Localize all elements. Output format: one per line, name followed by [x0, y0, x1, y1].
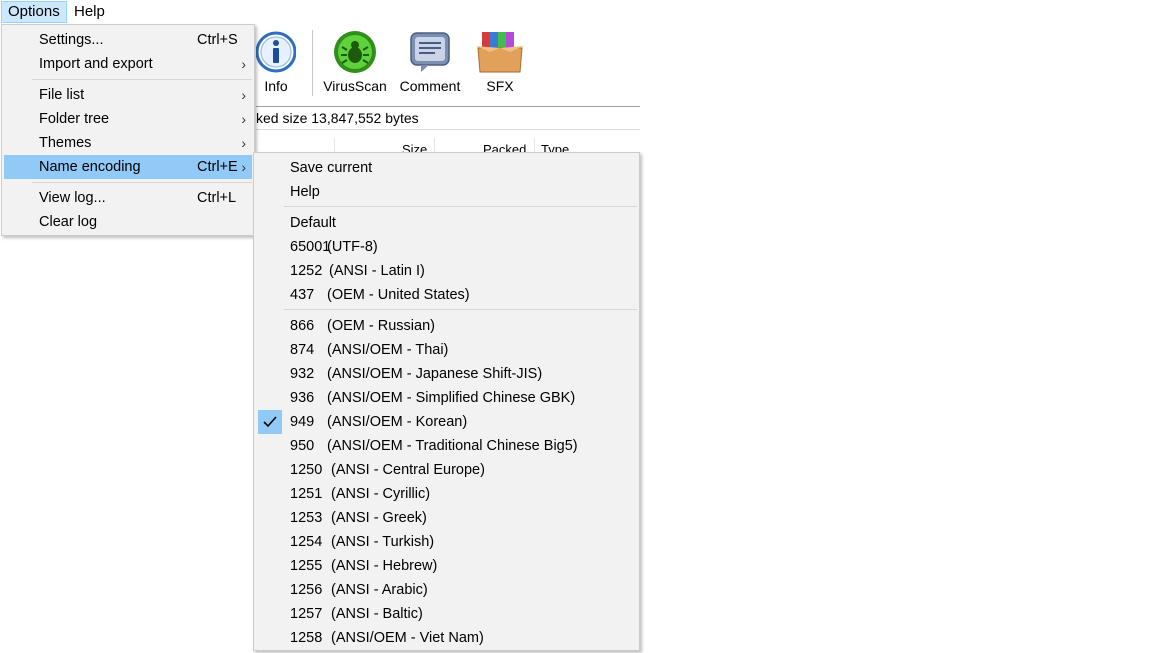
- comment-icon: [410, 32, 450, 72]
- info-label: Info: [264, 78, 288, 94]
- chevron-right-icon: ›: [241, 87, 246, 103]
- menu-item-name-encoding[interactable]: Name encoding Ctrl+E ›: [4, 155, 252, 179]
- encoding-item-1252[interactable]: 1252 (ANSI - Latin I): [256, 259, 637, 283]
- menu-options[interactable]: Options: [1, 1, 67, 23]
- menu-item-folder-tree[interactable]: Folder tree ›: [4, 107, 252, 131]
- encoding-item-1255[interactable]: 1255 (ANSI - Hebrew): [256, 554, 637, 578]
- encoding-item-936[interactable]: 936 (ANSI/OEM - Simplified Chinese GBK): [256, 386, 637, 410]
- chevron-right-icon: ›: [241, 56, 246, 72]
- menu-separator: [284, 206, 637, 207]
- comment-label: Comment: [399, 78, 461, 94]
- menu-separator: [284, 309, 637, 310]
- toolbar-separator: [312, 30, 313, 96]
- menu-help[interactable]: Help: [68, 1, 111, 23]
- encoding-item-1256[interactable]: 1256 (ANSI - Arabic): [256, 578, 637, 602]
- virusscan-label: VirusScan: [323, 78, 387, 94]
- column-divider: [534, 138, 535, 152]
- encoding-item-1257[interactable]: 1257 (ANSI - Baltic): [256, 602, 637, 626]
- encoding-item-874[interactable]: 874 (ANSI/OEM - Thai): [256, 338, 637, 362]
- name-encoding-submenu: Save current Help Default 65001 (UTF-8) …: [253, 152, 640, 651]
- menu-separator: [32, 79, 252, 80]
- toolbar: Info VirusScan Comment SFX: [256, 26, 640, 102]
- sfx-label: SFX: [486, 78, 514, 94]
- submenu-item-default[interactable]: Default: [256, 211, 637, 235]
- encoding-item-1254[interactable]: 1254 (ANSI - Turkish): [256, 530, 637, 554]
- encoding-item-1250[interactable]: 1250 (ANSI - Central Europe): [256, 458, 637, 482]
- encoding-item-437[interactable]: 437 (OEM - United States): [256, 283, 637, 307]
- encoding-item-1253[interactable]: 1253 (ANSI - Greek): [256, 506, 637, 530]
- chevron-right-icon: ›: [241, 111, 246, 127]
- column-divider: [334, 138, 335, 152]
- encoding-item-1258[interactable]: 1258 (ANSI/OEM - Viet Nam): [256, 626, 637, 650]
- encoding-item-932[interactable]: 932 (ANSI/OEM - Japanese Shift-JIS): [256, 362, 637, 386]
- menu-item-themes[interactable]: Themes ›: [4, 131, 252, 155]
- sfx-box-icon: [476, 32, 524, 73]
- menu-separator: [32, 182, 252, 183]
- options-menu: Settings... Ctrl+S Import and export › F…: [1, 24, 255, 236]
- archive-info-bar: ked size 13,847,552 bytes: [256, 106, 640, 130]
- encoding-item-866[interactable]: 866 (OEM - Russian): [256, 314, 637, 338]
- menu-item-file-list[interactable]: File list ›: [4, 83, 252, 107]
- menu-item-settings[interactable]: Settings... Ctrl+S: [4, 28, 252, 52]
- encoding-item-65001[interactable]: 65001 (UTF-8): [256, 235, 637, 259]
- checkmark-icon: [258, 410, 282, 434]
- info-icon: [256, 31, 296, 73]
- submenu-item-help[interactable]: Help: [256, 180, 637, 204]
- chevron-right-icon: ›: [241, 135, 246, 151]
- column-divider: [434, 138, 435, 152]
- bug-icon: [334, 31, 376, 73]
- chevron-right-icon: ›: [241, 159, 246, 175]
- submenu-item-save-current[interactable]: Save current: [256, 156, 637, 180]
- menu-item-clear-log[interactable]: Clear log: [4, 210, 252, 234]
- menu-item-view-log[interactable]: View log... Ctrl+L: [4, 186, 252, 210]
- archive-size-text: ked size 13,847,552 bytes: [256, 110, 419, 126]
- encoding-item-949[interactable]: 949 (ANSI/OEM - Korean): [256, 410, 637, 434]
- menu-bar: Options Help: [0, 0, 640, 24]
- encoding-item-950[interactable]: 950 (ANSI/OEM - Traditional Chinese Big5…: [256, 434, 637, 458]
- encoding-item-1251[interactable]: 1251 (ANSI - Cyrillic): [256, 482, 637, 506]
- menu-item-import-export[interactable]: Import and export ›: [4, 52, 252, 76]
- file-list-header: Size Packed Type: [256, 134, 640, 153]
